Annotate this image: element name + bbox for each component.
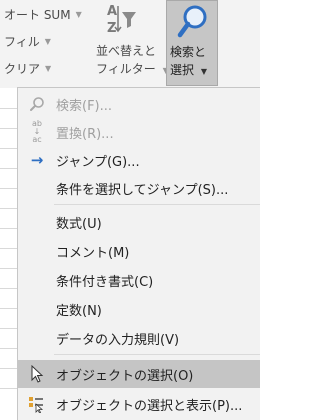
worksheet-grid[interactable] <box>0 88 18 420</box>
menu-item-selection-pane[interactable]: オブジェクトの選択と表示(P)... <box>18 390 260 418</box>
menu-separator <box>54 354 260 355</box>
menu-item-label: 数式(U) <box>56 216 102 232</box>
menu-item-goto[interactable]: → ジャンプ(G)... <box>18 146 260 174</box>
menu-item-comments[interactable]: コメント(M) <box>18 237 260 265</box>
ribbon-editing-group: オート SUM ▼ フィル ▼ クリア ▼ A Z 並べ替えと フィルター ▼ <box>0 0 260 88</box>
grid-row-line <box>0 188 18 189</box>
menu-item-icon-placeholder <box>18 324 56 352</box>
menu-item-label: コメント(M) <box>56 245 130 261</box>
grid-row-line <box>0 208 18 209</box>
magnifier-icon <box>177 4 209 44</box>
menu-item-label: 条件を選択してジャンプ(S)... <box>56 182 229 198</box>
grid-row-line <box>0 248 18 249</box>
clear-button[interactable]: クリア ▼ <box>4 60 51 77</box>
find-select-label-1: 検索と <box>170 45 207 59</box>
svg-text:Z: Z <box>107 21 116 36</box>
chevron-down-icon[interactable]: ▼ <box>45 37 51 46</box>
chevron-down-icon[interactable]: ▼ <box>45 64 51 73</box>
sort-filter-label-2: フィルター ▼ <box>96 60 169 77</box>
svg-text:A: A <box>107 4 117 19</box>
fill-label: フィル <box>4 35 40 49</box>
chevron-down-icon: ▼ <box>200 67 207 76</box>
menu-item-icon-placeholder <box>18 174 56 202</box>
menu-item-find[interactable]: 検索(F)... <box>18 90 260 118</box>
grid-row-line <box>0 108 18 109</box>
menu-item-label: オブジェクトの選択と表示(P)... <box>56 398 243 414</box>
menu-item-label: オブジェクトの選択(O) <box>56 368 194 384</box>
menu-item-goto-special[interactable]: 条件を選択してジャンプ(S)... <box>18 174 260 202</box>
menu-item-icon-placeholder <box>18 295 56 323</box>
find-select-label-text: 選択 <box>170 63 195 77</box>
find-select-dropdown-menu: 検索(F)... ab ↓ ac 置換(R)... → ジャンプ(G)... 条件を… <box>17 87 260 420</box>
grid-row-line <box>0 328 18 329</box>
search-icon <box>18 90 56 118</box>
menu-item-constants[interactable]: 定数(N) <box>18 295 260 323</box>
replace-icon: ab ↓ ac <box>32 119 42 144</box>
menu-separator <box>54 204 260 205</box>
grid-row-line <box>0 268 18 269</box>
menu-item-conditional-formatting[interactable]: 条件付き書式(C) <box>18 266 260 294</box>
grid-row-line <box>0 228 18 229</box>
menu-item-icon-placeholder <box>18 266 56 294</box>
sort-filter-label-text: フィルター <box>96 62 156 76</box>
sort-filter-icon: A Z <box>106 2 138 36</box>
grid-row-line <box>0 168 18 169</box>
find-select-button[interactable]: 検索と 選択 ▼ <box>166 0 218 86</box>
menu-item-icon-placeholder <box>18 237 56 265</box>
grid-row-line <box>0 388 18 389</box>
sort-filter-button[interactable]: A Z 並べ替えと フィルター ▼ <box>94 0 169 88</box>
find-select-label-2: 選択 ▼ <box>170 61 207 78</box>
grid-row-line <box>0 288 18 289</box>
menu-item-data-validation[interactable]: データの入力規則(V) <box>18 324 260 352</box>
menu-item-icon-placeholder <box>18 208 56 236</box>
autosum-button[interactable]: オート SUM ▼ <box>4 6 82 23</box>
cursor-arrow-icon <box>18 360 56 388</box>
menu-item-label: データの入力規則(V) <box>56 332 180 348</box>
chevron-down-icon[interactable]: ▼ <box>76 10 82 19</box>
grid-row-line <box>0 368 18 369</box>
selection-pane-icon <box>18 390 56 418</box>
grid-row-line <box>0 348 18 349</box>
autosum-label: オート SUM <box>4 8 71 22</box>
menu-item-label: ジャンプ(G)... <box>56 154 140 170</box>
menu-item-label: 検索(F)... <box>56 98 113 114</box>
menu-item-label: 条件付き書式(C) <box>56 274 154 290</box>
grid-row-line <box>0 148 18 149</box>
menu-item-label: 置換(R)... <box>56 126 114 142</box>
menu-item-replace[interactable]: ab ↓ ac 置換(R)... <box>18 118 260 146</box>
sort-filter-label-1: 並べ替えと <box>96 44 157 58</box>
grid-row-line <box>0 308 18 309</box>
fill-button[interactable]: フィル ▼ <box>4 33 51 50</box>
arrow-right-icon: → <box>30 151 44 169</box>
menu-item-label: 定数(N) <box>56 303 102 319</box>
menu-item-formulas[interactable]: 数式(U) <box>18 208 260 236</box>
grid-row-line <box>0 128 18 129</box>
menu-item-select-objects[interactable]: オブジェクトの選択(O) <box>18 360 260 388</box>
clear-label: クリア <box>4 62 41 76</box>
